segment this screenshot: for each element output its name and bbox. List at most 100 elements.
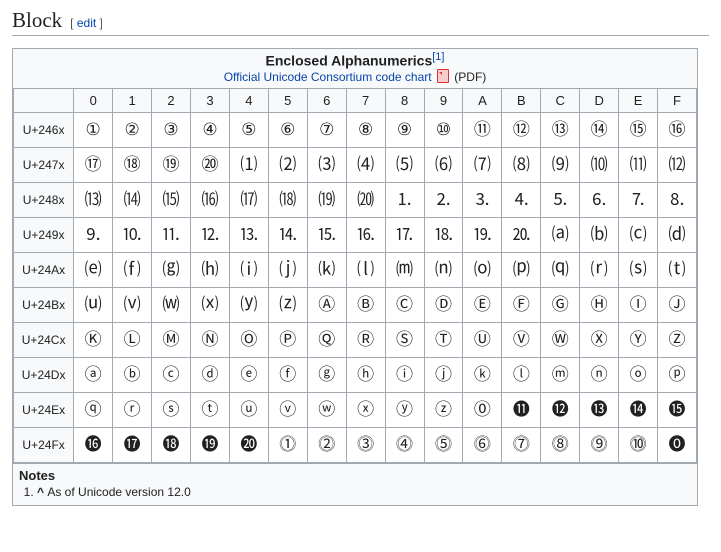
glyph-cell: ⒢ — [152, 252, 191, 287]
table-row: U+24Ax⒠⒡⒢⒣⒤⒥⒦⒧⒨⒩⒪⒫⒬⒭⒮⒯ — [14, 252, 697, 287]
glyph-cell: ⑱ — [113, 147, 152, 182]
glyph-cell: ⓰ — [74, 427, 113, 462]
glyph-cell: ⑸ — [385, 147, 424, 182]
glyph-cell: ⒙ — [424, 217, 463, 252]
glyph-cell: ⒩ — [424, 252, 463, 287]
glyph-cell: ⒑ — [113, 217, 152, 252]
row-header: U+24Bx — [14, 287, 74, 322]
chart-title: Enclosed Alphanumerics[1] — [13, 49, 697, 69]
glyph-cell: ⑶ — [307, 147, 346, 182]
table-row: U+248x⒀⒁⒂⒃⒄⒅⒆⒇⒈⒉⒊⒋⒌⒍⒎⒏ — [14, 182, 697, 217]
glyph-cell: ⒠ — [74, 252, 113, 287]
glyph-cell: ⓣ — [190, 392, 229, 427]
glyph-cell: ⓬ — [541, 392, 580, 427]
glyph-cell: ⒣ — [190, 252, 229, 287]
glyph-cell: ⒫ — [502, 252, 541, 287]
glyph-cell: ⒁ — [113, 182, 152, 217]
glyph-cell: ⒊ — [463, 182, 502, 217]
glyph-cell: ⓕ — [268, 357, 307, 392]
glyph-cell: Ⓑ — [346, 287, 385, 322]
glyph-cell: ⒓ — [190, 217, 229, 252]
code-table: 0123456789ABCDEF U+246x①②③④⑤⑥⑦⑧⑨⑩⑪⑫⑬⑭⑮⑯U… — [13, 88, 697, 463]
chart-ref[interactable]: [1] — [432, 51, 444, 63]
glyph-cell: ⒔ — [229, 217, 268, 252]
note-caret[interactable]: ^ — [37, 485, 47, 499]
notes-heading: Notes — [19, 468, 691, 483]
glyph-cell: ⓾ — [619, 427, 658, 462]
glyph-cell: ⒵ — [268, 287, 307, 322]
table-row: U+24Dxⓐⓑⓒⓓⓔⓕⓖⓗⓘⓙⓚⓛⓜⓝⓞⓟ — [14, 357, 697, 392]
glyph-cell: ② — [113, 112, 152, 147]
glyph-cell: ⒞ — [619, 217, 658, 252]
glyph-cell: ⓶ — [307, 427, 346, 462]
glyph-cell: ⑳ — [190, 147, 229, 182]
glyph-cell: ⒴ — [229, 287, 268, 322]
col-header: 0 — [74, 88, 113, 112]
glyph-cell: ⒍ — [580, 182, 619, 217]
glyph-cell: ⑻ — [502, 147, 541, 182]
glyph-cell: ⓒ — [152, 357, 191, 392]
glyph-cell: ⓑ — [113, 357, 152, 392]
glyph-cell: Ⓝ — [190, 322, 229, 357]
glyph-cell: ⓿ — [658, 427, 697, 462]
glyph-cell: ⒜ — [541, 217, 580, 252]
table-row: U+24Bx⒰⒱⒲⒳⒴⒵ⒶⒷⒸⒹⒺⒻⒼⒽⒾⒿ — [14, 287, 697, 322]
glyph-cell: ⓡ — [113, 392, 152, 427]
glyph-cell: ⒂ — [152, 182, 191, 217]
col-header: 3 — [190, 88, 229, 112]
pdf-icon — [437, 69, 449, 83]
row-header: U+249x — [14, 217, 74, 252]
col-header: F — [658, 88, 697, 112]
glyph-cell: ⒎ — [619, 182, 658, 217]
col-header: 9 — [424, 88, 463, 112]
table-row: U+247x⑰⑱⑲⑳⑴⑵⑶⑷⑸⑹⑺⑻⑼⑽⑾⑿ — [14, 147, 697, 182]
glyph-cell: ⓼ — [541, 427, 580, 462]
glyph-cell: ⒯ — [658, 252, 697, 287]
glyph-cell: ⓭ — [580, 392, 619, 427]
glyph-cell: ⓷ — [346, 427, 385, 462]
glyph-cell: ⓞ — [619, 357, 658, 392]
glyph-cell: ⓵ — [268, 427, 307, 462]
row-header: U+24Fx — [14, 427, 74, 462]
glyph-cell: ⑺ — [463, 147, 502, 182]
glyph-cell: ⒧ — [346, 252, 385, 287]
glyph-cell: Ⓜ — [152, 322, 191, 357]
glyph-cell: Ⓚ — [74, 322, 113, 357]
glyph-cell: ⒟ — [658, 217, 697, 252]
glyph-cell: Ⓦ — [541, 322, 580, 357]
glyph-cell: ⒄ — [229, 182, 268, 217]
glyph-cell: Ⓗ — [580, 287, 619, 322]
glyph-cell: ④ — [190, 112, 229, 147]
glyph-cell: ⓱ — [113, 427, 152, 462]
glyph-cell: ⑬ — [541, 112, 580, 147]
section-heading: Block — [12, 8, 62, 33]
glyph-cell: ⑵ — [268, 147, 307, 182]
glyph-cell: Ⓐ — [307, 287, 346, 322]
glyph-cell: ⓽ — [580, 427, 619, 462]
glyph-cell: ⒤ — [229, 252, 268, 287]
chart-link[interactable]: Official Unicode Consortium code chart — [224, 70, 432, 84]
code-chart: Enclosed Alphanumerics[1] Official Unico… — [12, 48, 698, 506]
row-header: U+247x — [14, 147, 74, 182]
edit-link[interactable]: edit — [77, 16, 96, 30]
glyph-cell: ⓪ — [463, 392, 502, 427]
glyph-cell: ⓳ — [190, 427, 229, 462]
glyph-cell: Ⓔ — [463, 287, 502, 322]
glyph-cell: ⑹ — [424, 147, 463, 182]
glyph-cell: ⒐ — [74, 217, 113, 252]
glyph-cell: ⑤ — [229, 112, 268, 147]
glyph-cell: ⑯ — [658, 112, 697, 147]
glyph-cell: ⑽ — [580, 147, 619, 182]
glyph-cell: ⓛ — [502, 357, 541, 392]
glyph-cell: ⑾ — [619, 147, 658, 182]
glyph-cell: ⓗ — [346, 357, 385, 392]
col-header: A — [463, 88, 502, 112]
glyph-cell: ⓴ — [229, 427, 268, 462]
glyph-cell: ⒮ — [619, 252, 658, 287]
glyph-cell: ⓩ — [424, 392, 463, 427]
glyph-cell: ⒌ — [541, 182, 580, 217]
glyph-cell: ⓚ — [463, 357, 502, 392]
glyph-cell: Ⓤ — [463, 322, 502, 357]
row-header: U+24Dx — [14, 357, 74, 392]
glyph-cell: Ⓖ — [541, 287, 580, 322]
